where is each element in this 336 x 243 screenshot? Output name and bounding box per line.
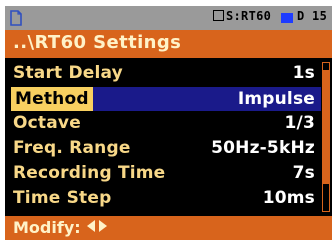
- page-title: ..\RT60 Settings: [13, 32, 182, 53]
- battery-icon: [281, 13, 293, 23]
- setting-label: Octave: [13, 113, 81, 133]
- title-bar: ..\RT60 Settings: [5, 30, 332, 58]
- setting-label: Freq. Range: [13, 138, 131, 158]
- setting-start-delay[interactable]: Start Delay 1s: [5, 62, 321, 86]
- status-mode-label: S:RT60: [226, 9, 272, 23]
- setting-method[interactable]: Method Impulse: [5, 87, 321, 111]
- arrow-right-icon: [98, 220, 107, 232]
- setting-freq-range[interactable]: Freq. Range 50Hz-5kHz: [5, 137, 321, 161]
- file-icon: [9, 10, 23, 26]
- setting-value: Impulse: [237, 89, 315, 109]
- footer-bar: Modify:: [5, 216, 332, 240]
- status-bar: S:RT60 D 15: [5, 6, 332, 30]
- device-frame: S:RT60 D 15 ..\RT60 Settings Start Delay…: [0, 0, 336, 243]
- setting-label: Recording Time: [13, 163, 166, 183]
- modify-label: Modify:: [13, 218, 81, 237]
- setting-octave[interactable]: Octave 1/3: [5, 112, 321, 136]
- device-screen: S:RT60 D 15 ..\RT60 Settings Start Delay…: [5, 6, 332, 240]
- setting-value: 1/3: [284, 113, 315, 133]
- setting-value: 7s: [292, 163, 315, 183]
- setting-value: 1s: [292, 63, 315, 83]
- mode-box-icon: [213, 10, 224, 21]
- scrollbar-thumb[interactable]: [323, 70, 329, 184]
- setting-label: Method: [11, 87, 93, 111]
- setting-value: 50Hz-5kHz: [211, 138, 315, 158]
- setting-label: Start Delay: [13, 63, 123, 83]
- setting-time-step[interactable]: Time Step 10ms: [5, 187, 321, 211]
- footer-hint: Modify:: [13, 218, 107, 237]
- setting-recording-time[interactable]: Recording Time 7s: [5, 162, 321, 186]
- setting-label: Time Step: [13, 188, 112, 208]
- status-mode: S:RT60: [213, 9, 271, 23]
- setting-value: 10ms: [262, 188, 315, 208]
- status-page: D 15: [297, 9, 328, 23]
- arrow-left-icon: [86, 220, 95, 232]
